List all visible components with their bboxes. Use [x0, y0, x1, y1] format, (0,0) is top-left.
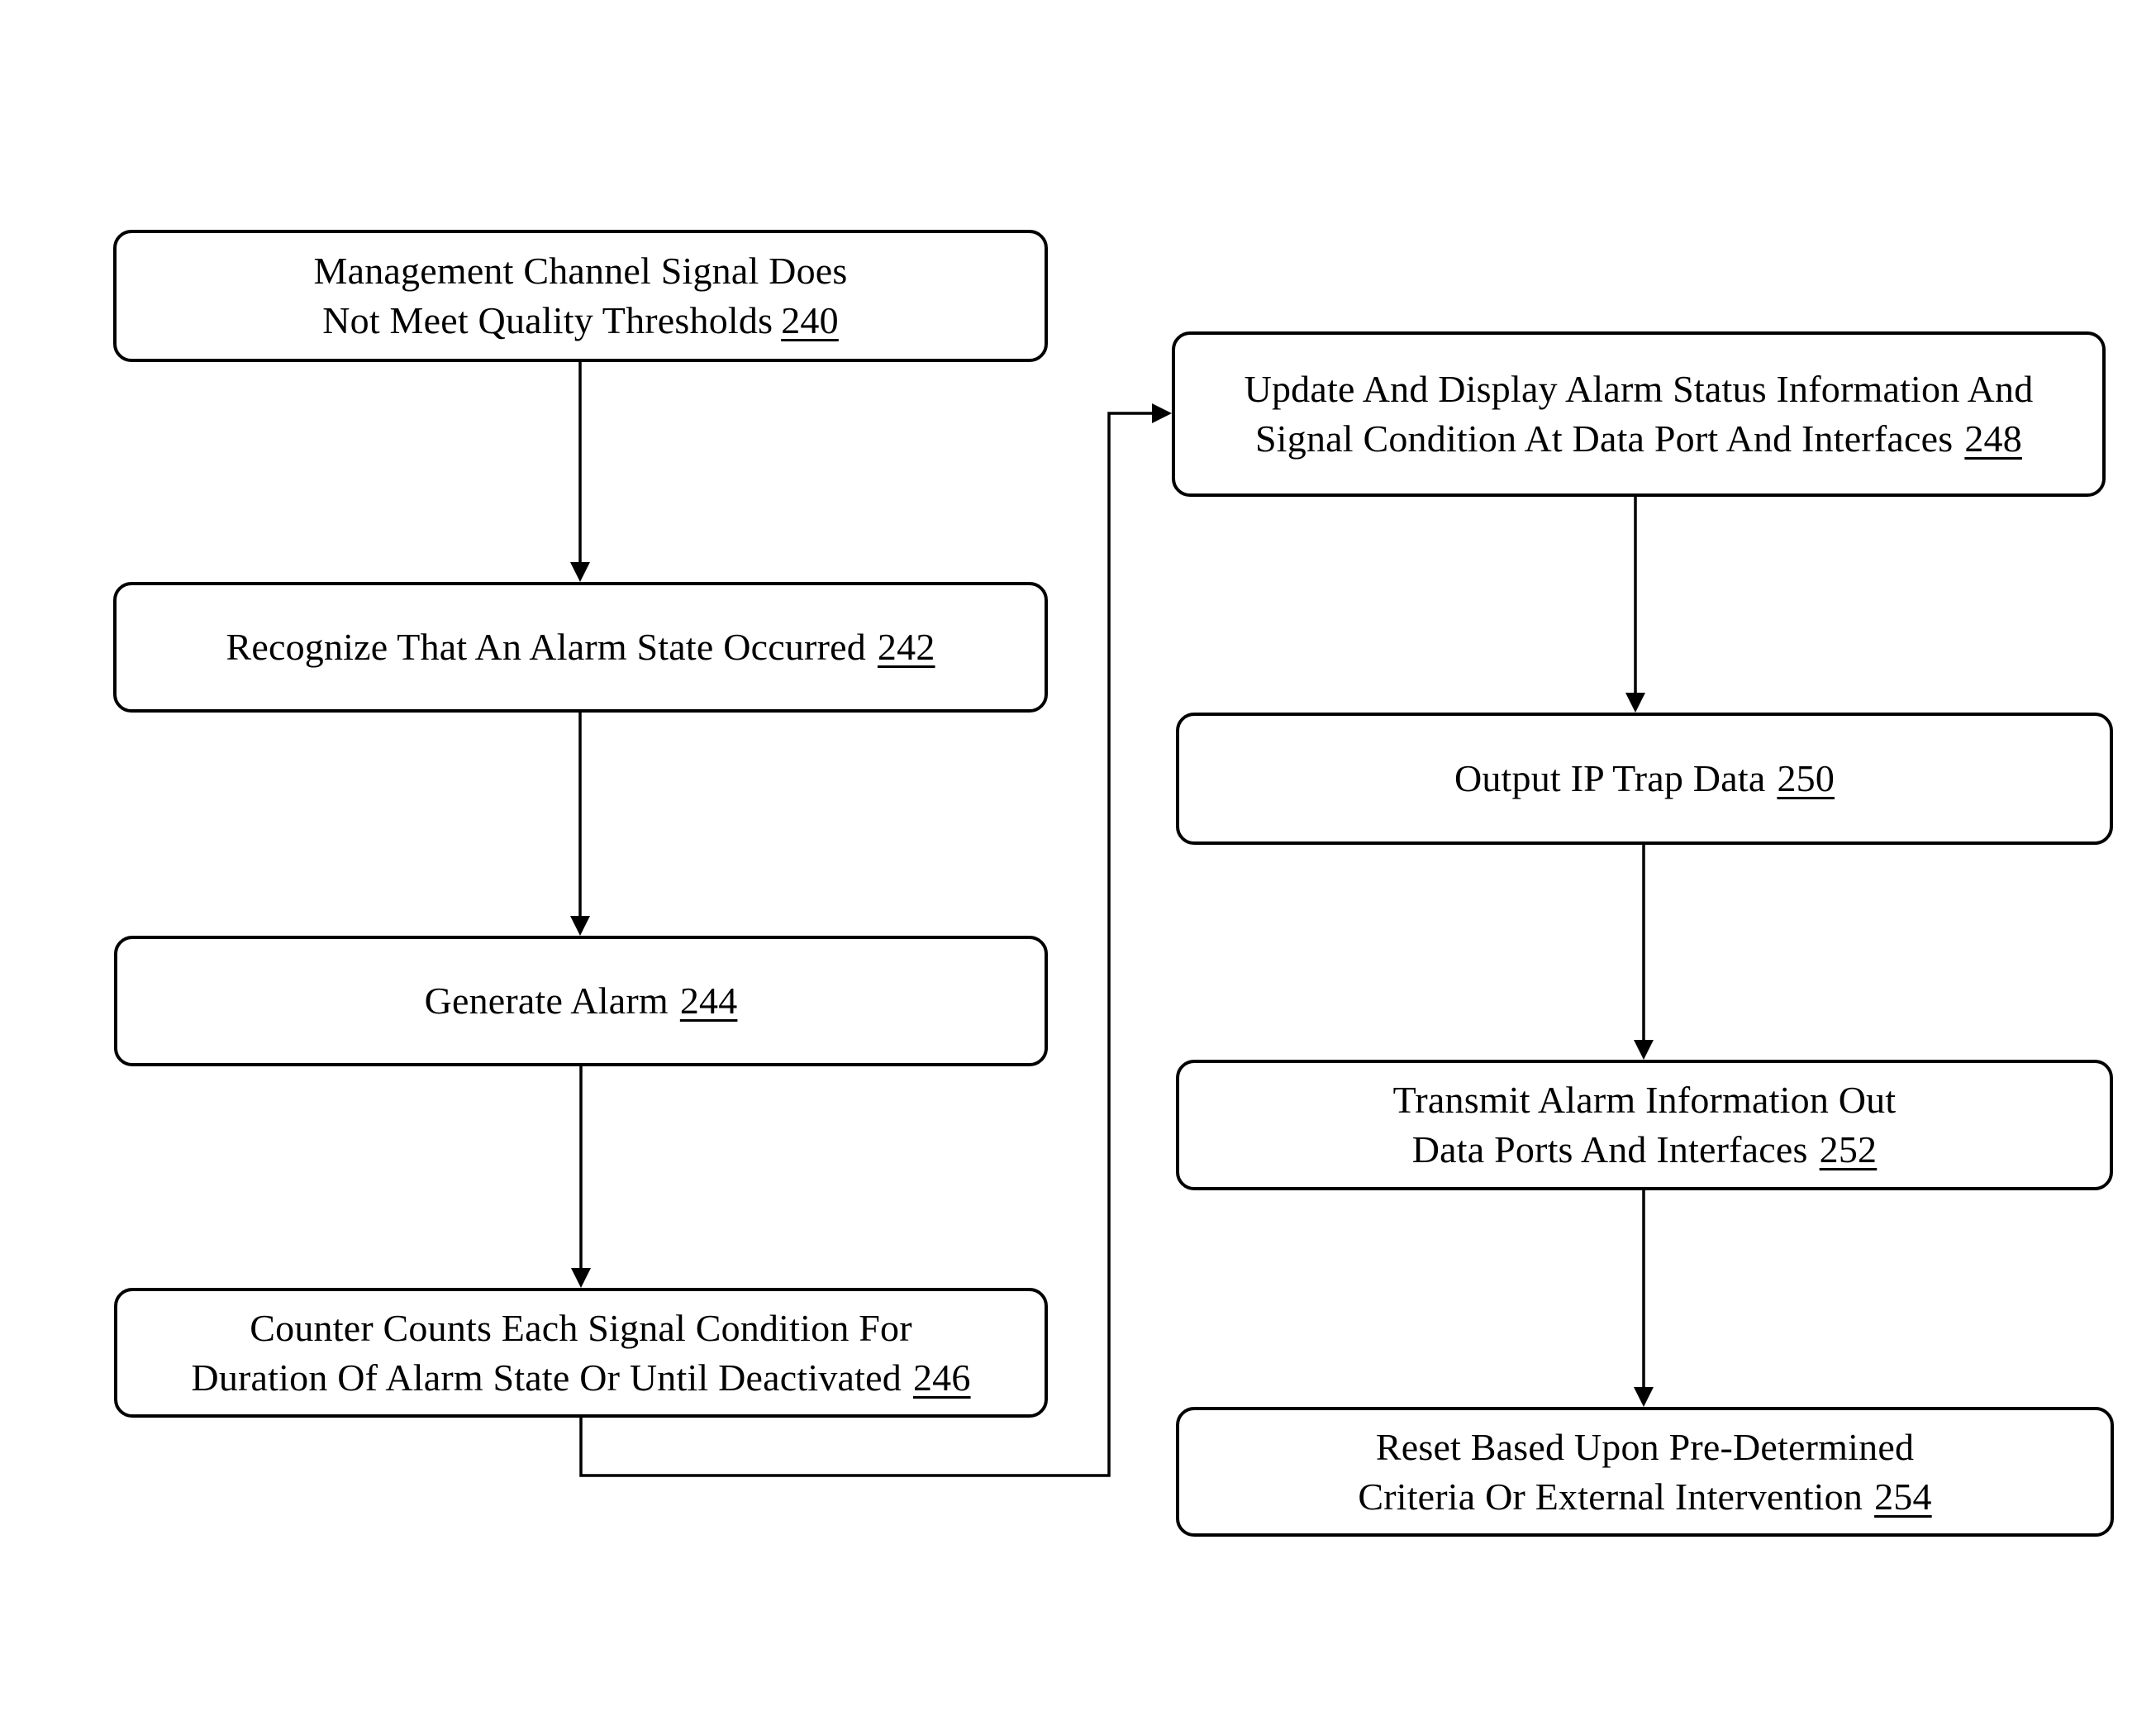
- step-240-ref: 240: [781, 299, 839, 341]
- step-252-box: Transmit Alarm Information Out Data Port…: [1176, 1060, 2113, 1190]
- step-246-line-2: Duration Of Alarm State Or Until Deactiv…: [191, 1356, 902, 1399]
- step-252-line-2: Data Ports And Interfaces: [1411, 1128, 1808, 1170]
- step-252-text: Transmit Alarm Information Out Data Port…: [1393, 1075, 1897, 1175]
- step-250-box: Output IP Trap Data 250: [1176, 713, 2113, 845]
- step-240-line-1: Management Channel Signal Does: [313, 250, 848, 292]
- step-248-box: Update And Display Alarm Status Informat…: [1172, 331, 2106, 497]
- step-252-ref: 252: [1819, 1128, 1878, 1170]
- step-244-line-1: Generate Alarm: [424, 980, 669, 1022]
- step-254-box: Reset Based Upon Pre-Determined Criteria…: [1176, 1407, 2114, 1537]
- step-248-ref: 248: [1964, 417, 2022, 460]
- step-242-line-1: Recognize That An Alarm State Occurred: [226, 626, 866, 668]
- step-248-text: Update And Display Alarm Status Informat…: [1245, 365, 2034, 464]
- arrowhead-248: [1152, 403, 1172, 423]
- step-252-line-1: Transmit Alarm Information Out: [1392, 1079, 1897, 1121]
- step-244-ref: 244: [679, 980, 738, 1022]
- arrowhead-250: [1625, 693, 1645, 713]
- arrowhead-242: [570, 562, 590, 582]
- step-250-line-1: Output IP Trap Data: [1454, 757, 1766, 799]
- step-242-box: Recognize That An Alarm State Occurred 24…: [113, 582, 1048, 713]
- step-248-line-2: Signal Condition At Data Port And Interf…: [1255, 417, 1954, 460]
- step-242-ref: 242: [877, 626, 935, 668]
- step-246-text: Counter Counts Each Signal Condition For…: [191, 1304, 970, 1403]
- step-240-box: Management Channel Signal Does Not Meet …: [113, 230, 1048, 362]
- step-240-line-2: Not Meet Quality Thresholds: [322, 299, 773, 341]
- step-246-box: Counter Counts Each Signal Condition For…: [114, 1288, 1048, 1418]
- step-246-line-1: Counter Counts Each Signal Condition For: [250, 1306, 912, 1349]
- step-254-line-1: Reset Based Upon Pre-Determined: [1375, 1425, 1915, 1468]
- arrowhead-254: [1634, 1387, 1654, 1407]
- step-250-text: Output IP Trap Data 250: [1454, 754, 1835, 803]
- step-254-line-2: Criteria Or External Intervention: [1358, 1475, 1863, 1518]
- step-248-line-1: Update And Display Alarm Status Informat…: [1244, 368, 2034, 410]
- step-244-text: Generate Alarm 244: [425, 976, 738, 1026]
- step-242-text: Recognize That An Alarm State Occurred 24…: [226, 622, 935, 672]
- arrowhead-244: [570, 916, 590, 936]
- step-246-ref: 246: [912, 1356, 971, 1399]
- arrowhead-252: [1634, 1040, 1654, 1060]
- step-254-text: Reset Based Upon Pre-Determined Criteria…: [1358, 1423, 1931, 1522]
- step-240-text: Management Channel Signal Does Not Meet …: [313, 246, 847, 346]
- step-250-ref: 250: [1777, 757, 1835, 799]
- arrowhead-246: [571, 1268, 591, 1288]
- step-244-box: Generate Alarm 244: [114, 936, 1048, 1066]
- step-254-ref: 254: [1874, 1475, 1932, 1518]
